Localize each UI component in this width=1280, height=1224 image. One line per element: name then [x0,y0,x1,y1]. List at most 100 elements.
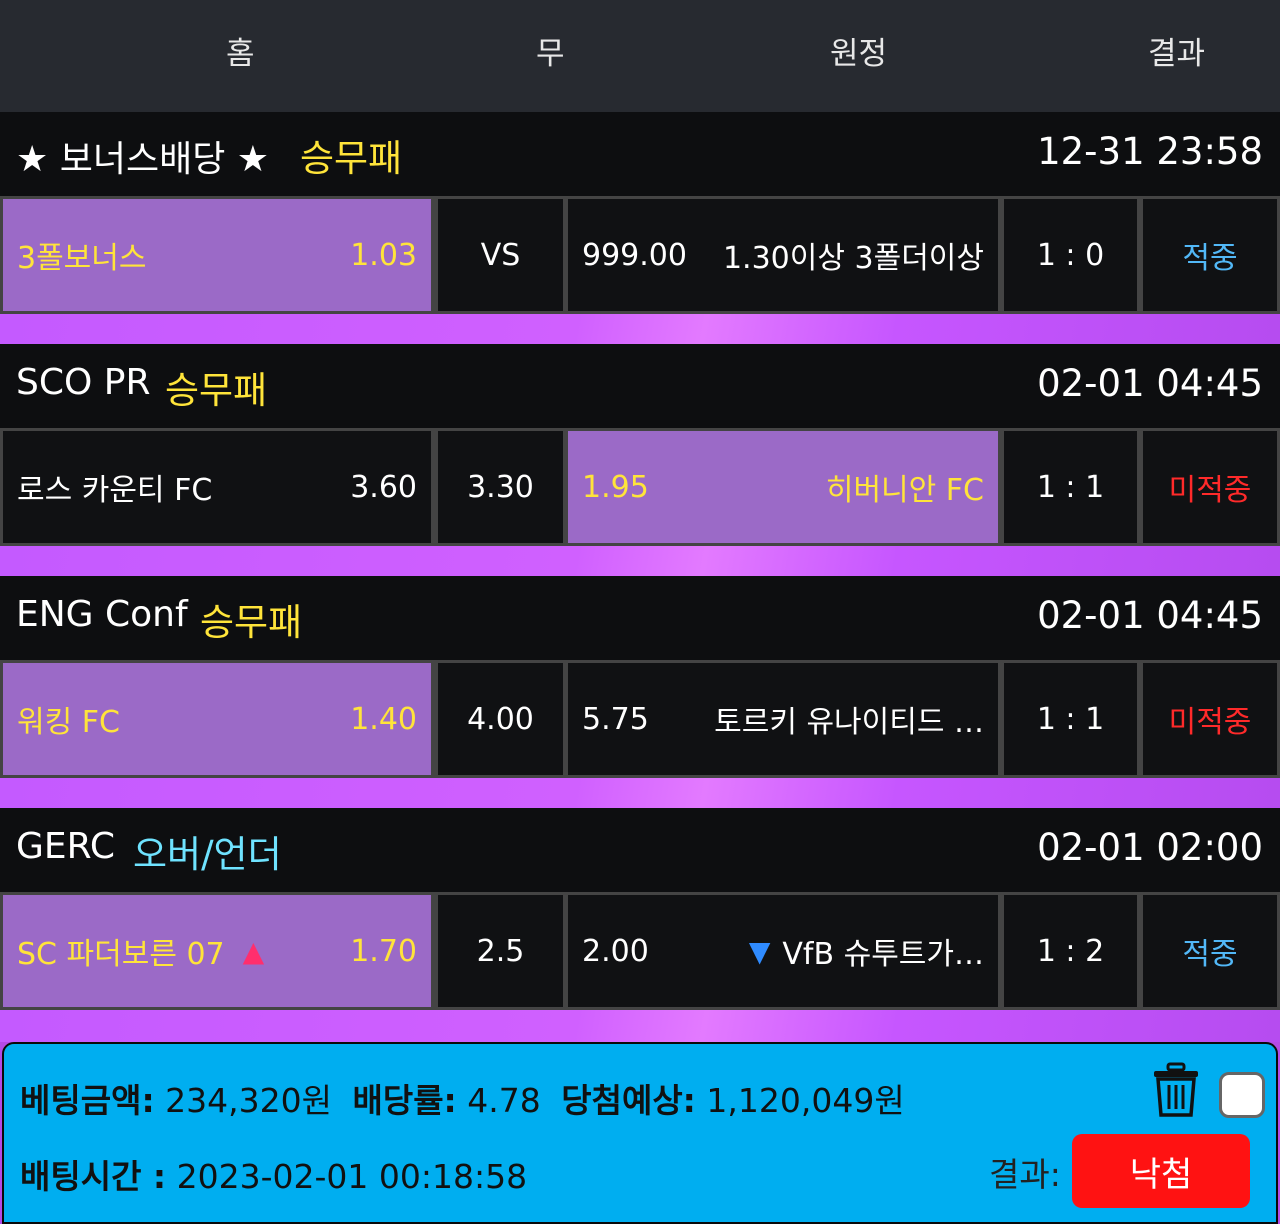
away-cell[interactable]: 2.00 ▼ VfB 슈투트가… [568,895,998,1007]
score: 1 : 0 [1036,237,1105,273]
bet-time-label: 배팅시간 : [20,1157,167,1196]
draw-cell[interactable]: 3.30 [438,431,563,543]
divider [0,546,1280,578]
bet-amount: 234,320원 [165,1081,332,1120]
game-row: 워킹 FC 1.40 4.00 5.75 토르키 유나이티드 … 1 : 1 미… [0,660,1280,778]
game-row: SC 파더보른 07 ▲ 1.70 2.5 2.00 ▼ VfB 슈투트가… 1… [0,892,1280,1010]
game-time: 02-01 04:45 [1037,362,1263,405]
home-cell[interactable]: SC 파더보른 07 ▲ 1.70 [3,895,431,1007]
game-title-bar: SCO PR 승무패 02-01 04:45 [0,344,1280,428]
result-cell: 적중 [1143,895,1277,1007]
result-status: 미적중 [1168,705,1252,740]
away-odds: 999.00 [582,237,687,273]
game-title-bar: ENG Conf 승무패 02-01 04:45 [0,576,1280,660]
game-block: SCO PR 승무패 02-01 04:45 로스 카운티 FC 3.60 3.… [0,344,1280,578]
divider [0,778,1280,810]
trash-icon[interactable] [1152,1062,1200,1118]
home-team: 로스 카운티 FC [17,473,213,508]
home-odds: 1.70 [350,933,417,969]
league-name: GERC [16,826,115,867]
away-odds: 5.75 [582,701,649,737]
draw-value: 4.00 [467,701,534,737]
home-cell[interactable]: 3폴보너스 1.03 [3,199,431,311]
league-name: ENG Conf [16,594,188,635]
home-team: SC 파더보른 07 [17,937,225,972]
column-draw: 무 [536,36,565,72]
result-cell: 미적중 [1143,663,1277,775]
league-name: ★ 보너스배당 ★ [16,139,270,180]
summary-line-amounts: 베팅금액: 234,320원 배당률: 4.78 당첨예상: 1,120,049… [20,1074,905,1122]
game-time: 12-31 23:58 [1037,130,1263,173]
away-team: 히버니안 FC [825,473,984,508]
score: 1 : 2 [1036,933,1105,969]
game-title-bar: ★ 보너스배당 ★ 승무패 12-31 23:58 [0,112,1280,196]
away-odds: 2.00 [582,933,649,969]
away-team: 1.30이상 3폴더이상 [722,241,984,276]
result-cell: 적중 [1143,199,1277,311]
result-button[interactable]: 낙첨 [1072,1134,1250,1208]
expected-label: 당첨예상: [561,1081,696,1120]
score-cell: 1 : 2 [1004,895,1137,1007]
draw-cell[interactable]: 4.00 [438,663,563,775]
away-cell[interactable]: 1.95 히버니안 FC [568,431,998,543]
bet-type: 승무패 [165,369,268,412]
handicap-value: 2.5 [476,933,525,969]
draw-value: VS [480,237,521,273]
column-home: 홈 [226,36,255,72]
home-team: 워킹 FC [17,705,120,740]
bet-amount-label: 베팅금액: [20,1081,155,1120]
score-cell: 1 : 1 [1004,431,1137,543]
odds-label: 배당률: [352,1081,457,1120]
down-arrow-icon: ▼ [748,934,771,968]
result-cell: 미적중 [1143,431,1277,543]
away-odds: 1.95 [582,469,649,505]
game-time: 02-01 04:45 [1037,594,1263,637]
game-block: GERC 오버/언더 02-01 02:00 SC 파더보른 07 ▲ 1.70… [0,808,1280,1042]
home-odds: 1.40 [350,701,417,737]
result-status: 적중 [1182,937,1238,972]
bet-summary: 베팅금액: 234,320원 배당률: 4.78 당첨예상: 1,120,049… [2,1042,1278,1224]
result-status: 미적중 [1168,473,1252,508]
away-team: VfB 슈투트가… [782,937,984,972]
game-row: 로스 카운티 FC 3.60 3.30 1.95 히버니안 FC 1 : 1 미… [0,428,1280,546]
away-team: 토르키 유나이티드 … [714,705,984,740]
game-block: ★ 보너스배당 ★ 승무패 12-31 23:58 3폴보너스 1.03 VS … [0,112,1280,346]
result-label: 결과: [989,1155,1061,1194]
home-team: 3폴보너스 [17,241,147,276]
home-odds: 3.60 [350,469,417,505]
column-header: 홈 무 원정 결과 [0,0,1280,112]
score: 1 : 1 [1036,701,1105,737]
summary-line-time: 배팅시간 : 2023-02-01 00:18:58 [20,1150,527,1198]
home-odds: 1.03 [350,237,417,273]
score-cell: 1 : 1 [1004,663,1137,775]
up-arrow-icon: ▲ [242,934,265,968]
draw-cell[interactable]: VS [438,199,563,311]
bet-type: 승무패 [300,137,403,180]
away-cell[interactable]: 999.00 1.30이상 3폴더이상 [568,199,998,311]
divider [0,1010,1280,1042]
home-cell[interactable]: 워킹 FC 1.40 [3,663,431,775]
draw-value: 3.30 [467,469,534,505]
select-checkbox[interactable] [1219,1072,1265,1118]
league-name: SCO PR [16,362,151,403]
bet-type: 오버/언더 [133,833,282,876]
home-team-wrap: SC 파더보른 07 ▲ [17,929,264,973]
game-title-bar: GERC 오버/언더 02-01 02:00 [0,808,1280,892]
game-time: 02-01 02:00 [1037,826,1263,869]
game-block: ENG Conf 승무패 02-01 04:45 워킹 FC 1.40 4.00… [0,576,1280,810]
column-away: 원정 [830,36,888,72]
score-cell: 1 : 0 [1004,199,1137,311]
away-team-wrap: ▼ VfB 슈투트가… [749,929,984,973]
score: 1 : 1 [1036,469,1105,505]
home-cell[interactable]: 로스 카운티 FC 3.60 [3,431,431,543]
expected-value: 1,120,049원 [706,1081,905,1120]
odds-value: 4.78 [467,1081,541,1120]
game-row: 3폴보너스 1.03 VS 999.00 1.30이상 3폴더이상 1 : 0 … [0,196,1280,314]
divider [0,314,1280,346]
column-result: 결과 [1148,36,1206,72]
away-cell[interactable]: 5.75 토르키 유나이티드 … [568,663,998,775]
draw-cell[interactable]: 2.5 [438,895,563,1007]
bet-time: 2023-02-01 00:18:58 [176,1157,528,1196]
result-status: 적중 [1182,241,1238,276]
bet-type: 승무패 [200,601,303,644]
